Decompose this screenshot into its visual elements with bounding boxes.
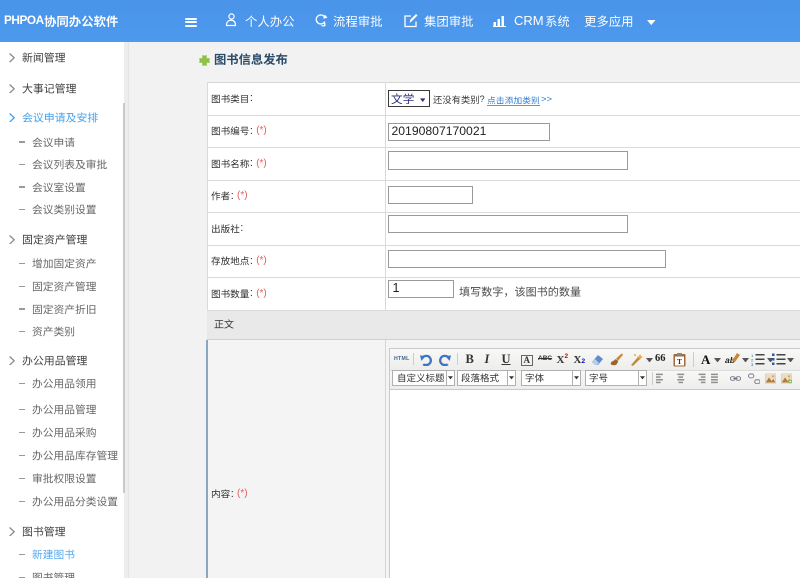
svg-text:T: T xyxy=(677,357,682,366)
svg-text:3: 3 xyxy=(751,362,754,366)
